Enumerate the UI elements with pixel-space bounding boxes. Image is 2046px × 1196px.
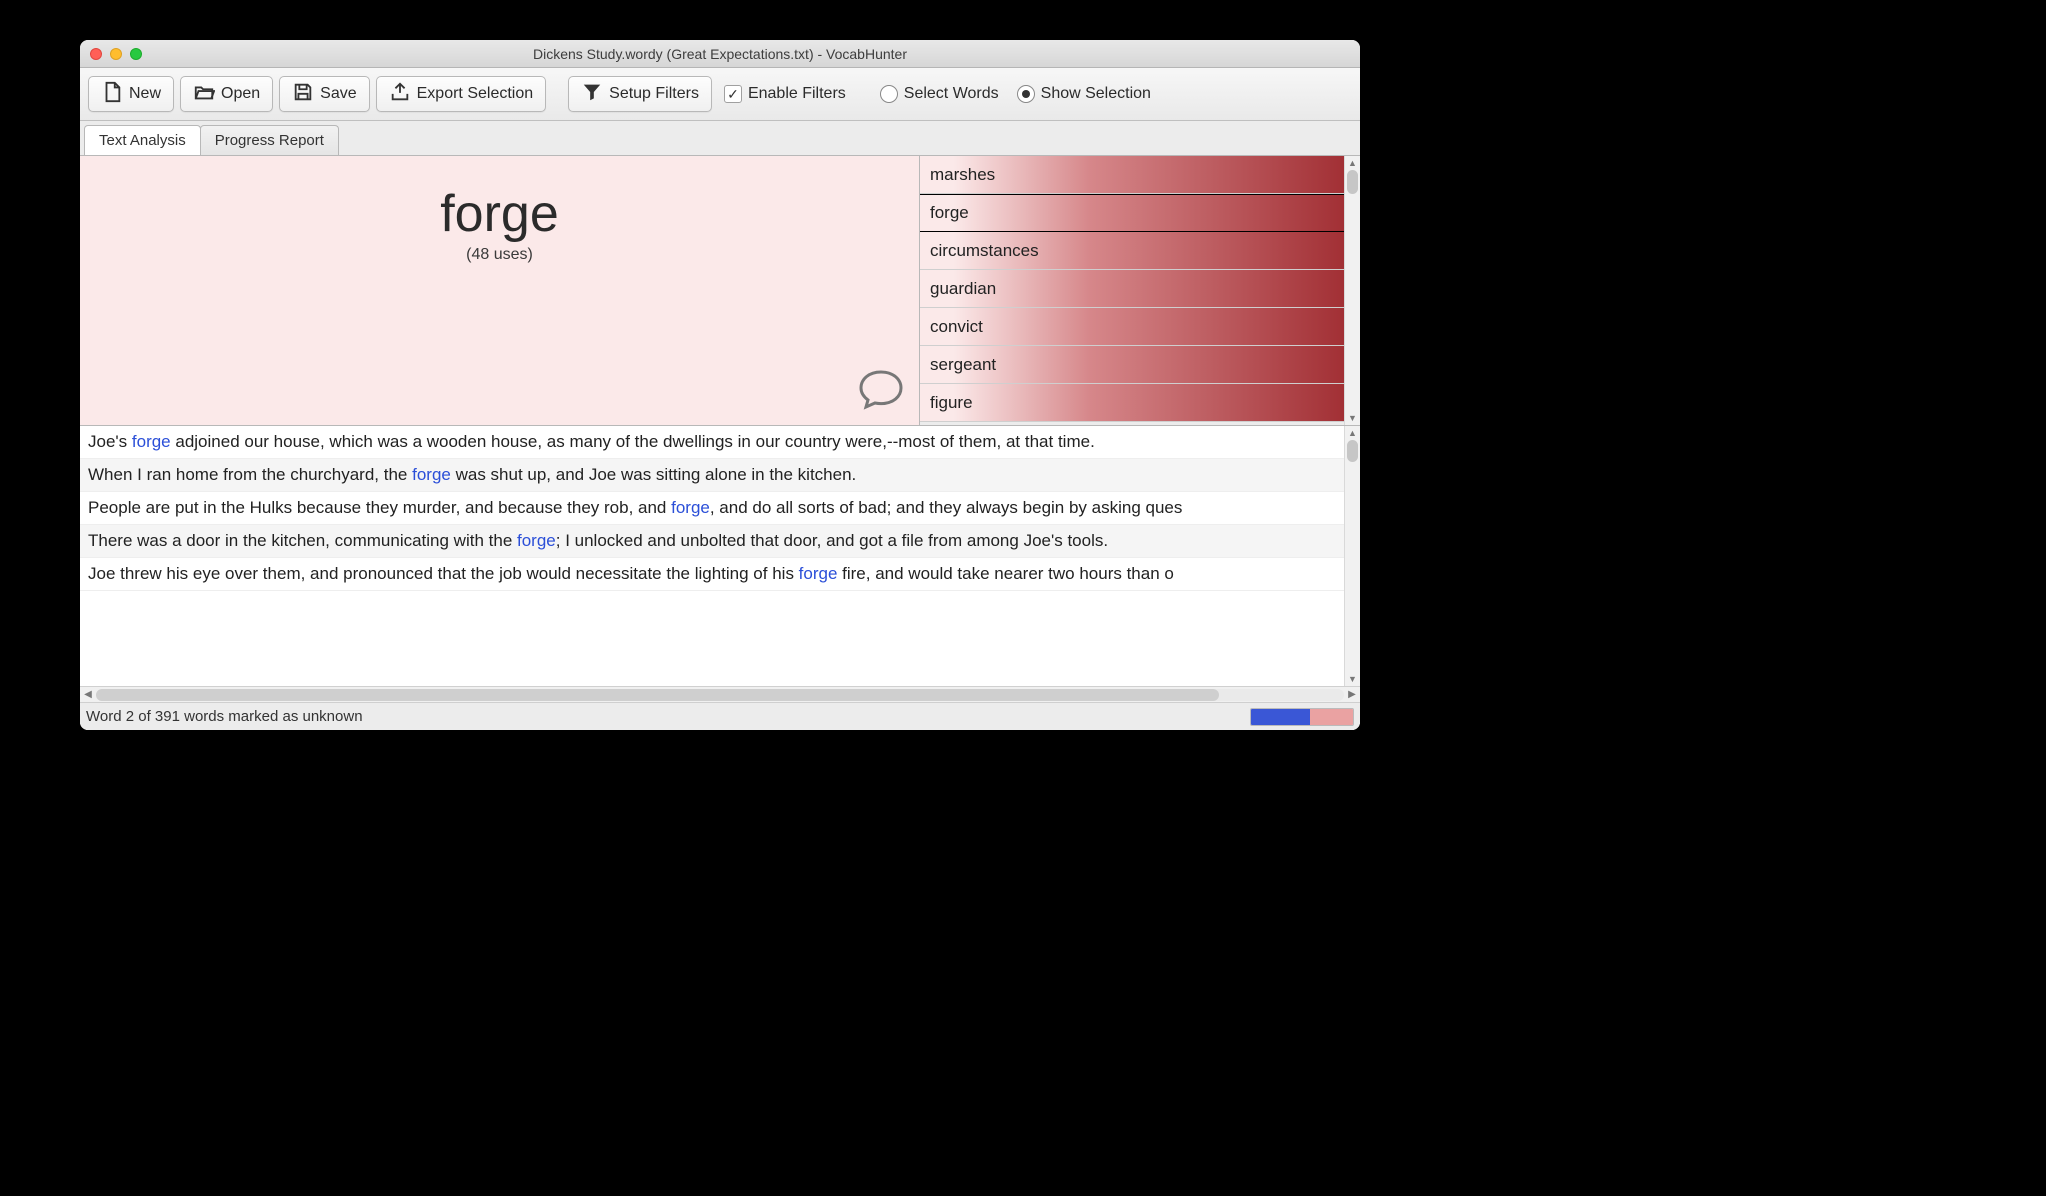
scroll-up-arrow-icon[interactable]: ▲ bbox=[1345, 156, 1360, 170]
scroll-up-arrow-icon[interactable]: ▲ bbox=[1345, 426, 1360, 440]
highlighted-word: forge bbox=[412, 465, 451, 484]
scrollbar-thumb[interactable] bbox=[1347, 170, 1358, 194]
show-selection-radio[interactable]: Show Selection bbox=[1011, 81, 1157, 107]
show-selection-label: Show Selection bbox=[1041, 85, 1151, 103]
export-icon bbox=[389, 81, 411, 108]
save-icon bbox=[292, 81, 314, 108]
sentence-text: There was a door in the kitchen, communi… bbox=[88, 531, 517, 550]
note-icon[interactable] bbox=[857, 368, 905, 415]
tabs-row: Text Analysis Progress Report bbox=[80, 121, 1360, 155]
open-button[interactable]: Open bbox=[180, 76, 273, 112]
toolbar: New Open Save Export Selection Setup bbox=[80, 68, 1360, 121]
sentence-row[interactable]: People are put in the Hulks because they… bbox=[80, 492, 1344, 525]
wordlist-panel: marshesforgecircumstancesguardianconvict… bbox=[920, 156, 1360, 425]
setup-filters-button[interactable]: Setup Filters bbox=[568, 76, 712, 112]
sentences-panel: Joe's forge adjoined our house, which wa… bbox=[80, 425, 1360, 686]
checkbox-icon bbox=[724, 85, 742, 103]
wordlist-item[interactable]: guardian bbox=[920, 270, 1344, 308]
progress-known-segment bbox=[1251, 709, 1310, 725]
wordlist-item[interactable]: figure bbox=[920, 384, 1344, 422]
sentence-text: People are put in the Hulks because they… bbox=[88, 498, 671, 517]
save-button[interactable]: Save bbox=[279, 76, 369, 112]
highlighted-word: forge bbox=[671, 498, 710, 517]
sentence-text: Joe threw his eye over them, and pronoun… bbox=[88, 564, 799, 583]
wordlist-item[interactable]: circumstances bbox=[920, 232, 1344, 270]
horizontal-scrollbar[interactable]: ◀ ▶ bbox=[80, 686, 1360, 702]
enable-filters-checkbox[interactable]: Enable Filters bbox=[718, 81, 852, 107]
zoom-window-button[interactable] bbox=[130, 48, 142, 60]
setup-filters-label: Setup Filters bbox=[609, 85, 699, 103]
traffic-lights bbox=[80, 48, 142, 60]
folder-open-icon bbox=[193, 81, 215, 108]
select-words-radio[interactable]: Select Words bbox=[874, 81, 1005, 107]
scroll-down-arrow-icon[interactable]: ▼ bbox=[1345, 672, 1360, 686]
app-window: Dickens Study.wordy (Great Expectations.… bbox=[80, 40, 1360, 730]
sentence-text: adjoined our house, which was a wooden h… bbox=[171, 432, 1095, 451]
close-window-button[interactable] bbox=[90, 48, 102, 60]
sentences-list: Joe's forge adjoined our house, which wa… bbox=[80, 426, 1344, 686]
filter-icon bbox=[581, 81, 603, 108]
wordlist-item[interactable]: sergeant bbox=[920, 346, 1344, 384]
save-button-label: Save bbox=[320, 85, 356, 103]
radio-icon bbox=[1017, 85, 1035, 103]
scrollbar-track[interactable] bbox=[96, 689, 1344, 701]
wordlist-scrollbar[interactable]: ▲ ▼ bbox=[1344, 156, 1360, 425]
sentence-row[interactable]: Joe threw his eye over them, and pronoun… bbox=[80, 558, 1344, 591]
sentences-scrollbar[interactable]: ▲ ▼ bbox=[1344, 426, 1360, 686]
sentence-text: fire, and would take nearer two hours th… bbox=[837, 564, 1173, 583]
scroll-right-arrow-icon[interactable]: ▶ bbox=[1344, 689, 1360, 700]
sentence-row[interactable]: There was a door in the kitchen, communi… bbox=[80, 525, 1344, 558]
new-file-icon bbox=[101, 81, 123, 108]
export-button-label: Export Selection bbox=[417, 85, 534, 103]
select-words-label: Select Words bbox=[904, 85, 999, 103]
open-button-label: Open bbox=[221, 85, 260, 103]
tab-progress-report[interactable]: Progress Report bbox=[200, 125, 339, 155]
status-text: Word 2 of 391 words marked as unknown bbox=[86, 708, 363, 725]
upper-panes: forge (48 uses) marshesforgecircumstance… bbox=[80, 155, 1360, 425]
statusbar: Word 2 of 391 words marked as unknown bbox=[80, 702, 1360, 730]
minimize-window-button[interactable] bbox=[110, 48, 122, 60]
scrollbar-thumb[interactable] bbox=[96, 689, 1219, 701]
sentence-row[interactable]: When I ran home from the churchyard, the… bbox=[80, 459, 1344, 492]
scroll-down-arrow-icon[interactable]: ▼ bbox=[1345, 411, 1360, 425]
highlighted-word: forge bbox=[799, 564, 838, 583]
content-area: forge (48 uses) marshesforgecircumstance… bbox=[80, 155, 1360, 730]
word-detail-pane: forge (48 uses) bbox=[80, 156, 920, 425]
wordlist-item[interactable]: convict bbox=[920, 308, 1344, 346]
sentence-text: was shut up, and Joe was sitting alone i… bbox=[451, 465, 856, 484]
sentence-text: When I ran home from the churchyard, the bbox=[88, 465, 412, 484]
sentence-text: Joe's bbox=[88, 432, 132, 451]
sentence-text: ; I unlocked and unbolted that door, and… bbox=[556, 531, 1108, 550]
sentence-row[interactable]: Joe's forge adjoined our house, which wa… bbox=[80, 426, 1344, 459]
export-selection-button[interactable]: Export Selection bbox=[376, 76, 547, 112]
progress-bar bbox=[1250, 708, 1354, 726]
highlighted-word: forge bbox=[132, 432, 171, 451]
scrollbar-thumb[interactable] bbox=[1347, 440, 1358, 462]
current-word: forge bbox=[440, 184, 559, 244]
titlebar: Dickens Study.wordy (Great Expectations.… bbox=[80, 40, 1360, 68]
progress-unknown-segment bbox=[1310, 709, 1353, 725]
highlighted-word: forge bbox=[517, 531, 556, 550]
new-button[interactable]: New bbox=[88, 76, 174, 112]
tab-text-analysis[interactable]: Text Analysis bbox=[84, 125, 201, 155]
scroll-left-arrow-icon[interactable]: ◀ bbox=[80, 689, 96, 700]
current-word-uses: (48 uses) bbox=[466, 246, 533, 264]
sentence-text: , and do all sorts of bad; and they alwa… bbox=[710, 498, 1183, 517]
window-title: Dickens Study.wordy (Great Expectations.… bbox=[80, 46, 1360, 62]
wordlist-item[interactable]: forge bbox=[920, 194, 1344, 232]
new-button-label: New bbox=[129, 85, 161, 103]
enable-filters-label: Enable Filters bbox=[748, 85, 846, 103]
wordlist: marshesforgecircumstancesguardianconvict… bbox=[920, 156, 1344, 425]
wordlist-item[interactable]: marshes bbox=[920, 156, 1344, 194]
radio-icon bbox=[880, 85, 898, 103]
